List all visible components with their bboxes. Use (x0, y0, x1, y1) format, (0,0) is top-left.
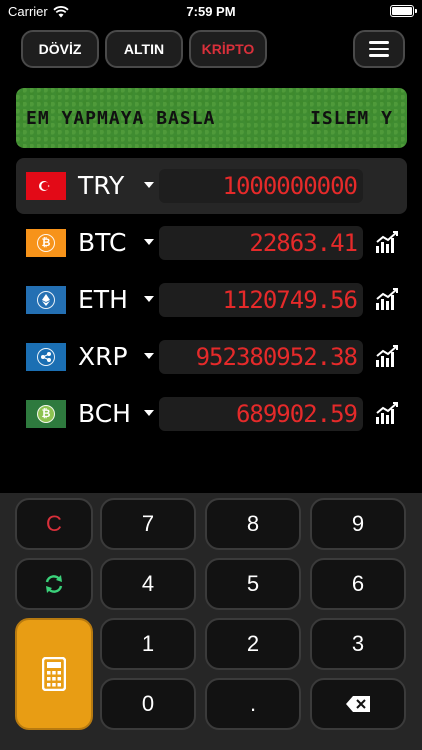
chart-trend-icon[interactable] (374, 400, 400, 426)
currency-code: TRY (78, 171, 125, 200)
refresh-icon (45, 575, 63, 593)
chart-trend-icon[interactable] (374, 343, 400, 369)
key-8[interactable]: 8 (205, 498, 301, 550)
hamburger-icon (369, 41, 389, 44)
currency-row-eth[interactable]: ETH 1120749.56 (16, 272, 407, 328)
amount-display[interactable]: 1120749.56 (159, 283, 363, 317)
hamburger-line (369, 54, 389, 57)
currency-code: XRP (78, 342, 128, 371)
amount-display[interactable]: 22863.41 (159, 226, 363, 260)
bitcoin-cash-icon: ₿ (26, 400, 66, 428)
currency-row-bch[interactable]: ₿ BCH 689902.59 (16, 386, 407, 442)
backspace-button[interactable] (310, 678, 406, 730)
status-bar: Carrier 7:59 PM (0, 0, 422, 24)
keypad: C 7 8 9 4 5 6 1 2 3 0 . (0, 493, 422, 750)
banner-text: EM YAPMAYA BASLA ISLEM Y (26, 108, 393, 129)
hamburger-line (369, 47, 389, 51)
currency-row-xrp[interactable]: XRP 952380952.38 (16, 329, 407, 385)
swap-button[interactable] (15, 558, 93, 610)
currency-code: ETH (78, 285, 128, 314)
dropdown-caret-icon[interactable] (144, 296, 154, 302)
bitcoin-icon: ₿ (26, 229, 66, 257)
tab-doviz[interactable]: DÖVİZ (21, 30, 99, 68)
category-tabs: DÖVİZ ALTIN KRİPTO (21, 30, 267, 68)
key-decimal[interactable]: . (205, 678, 301, 730)
dropdown-caret-icon[interactable] (144, 239, 154, 245)
amount-display[interactable]: 689902.59 (159, 397, 363, 431)
backspace-icon (346, 696, 370, 712)
key-7[interactable]: 7 (100, 498, 196, 550)
amount-display[interactable]: 952380952.38 (159, 340, 363, 374)
dropdown-caret-icon[interactable] (144, 410, 154, 416)
dropdown-caret-icon[interactable] (144, 353, 154, 359)
currency-row-btc[interactable]: ₿ BTC 22863.41 (16, 215, 407, 271)
ripple-icon (26, 343, 66, 371)
tab-altin[interactable]: ALTIN (105, 30, 183, 68)
key-3[interactable]: 3 (310, 618, 406, 670)
ad-banner[interactable]: EM YAPMAYA BASLA ISLEM Y (16, 88, 407, 148)
currency-row-try[interactable]: TRY 1000000000 (16, 158, 407, 214)
clear-button[interactable]: C (15, 498, 93, 550)
key-0[interactable]: 0 (100, 678, 196, 730)
status-time: 7:59 PM (186, 4, 236, 19)
calculator-icon (42, 657, 66, 691)
amount-display[interactable]: 1000000000 (159, 169, 363, 203)
key-9[interactable]: 9 (310, 498, 406, 550)
battery-icon (390, 5, 417, 17)
currency-code: BTC (78, 228, 127, 257)
turkey-flag-icon (26, 172, 66, 200)
key-1[interactable]: 1 (100, 618, 196, 670)
currency-code: BCH (78, 399, 131, 428)
key-2[interactable]: 2 (205, 618, 301, 670)
chart-trend-icon[interactable] (374, 229, 400, 255)
chart-trend-icon[interactable] (374, 286, 400, 312)
calculator-button[interactable] (15, 618, 93, 730)
key-4[interactable]: 4 (100, 558, 196, 610)
tab-kripto[interactable]: KRİPTO (189, 30, 267, 68)
key-6[interactable]: 6 (310, 558, 406, 610)
key-5[interactable]: 5 (205, 558, 301, 610)
menu-button[interactable] (353, 30, 405, 68)
dropdown-caret-icon[interactable] (144, 182, 154, 188)
ethereum-icon (26, 286, 66, 314)
